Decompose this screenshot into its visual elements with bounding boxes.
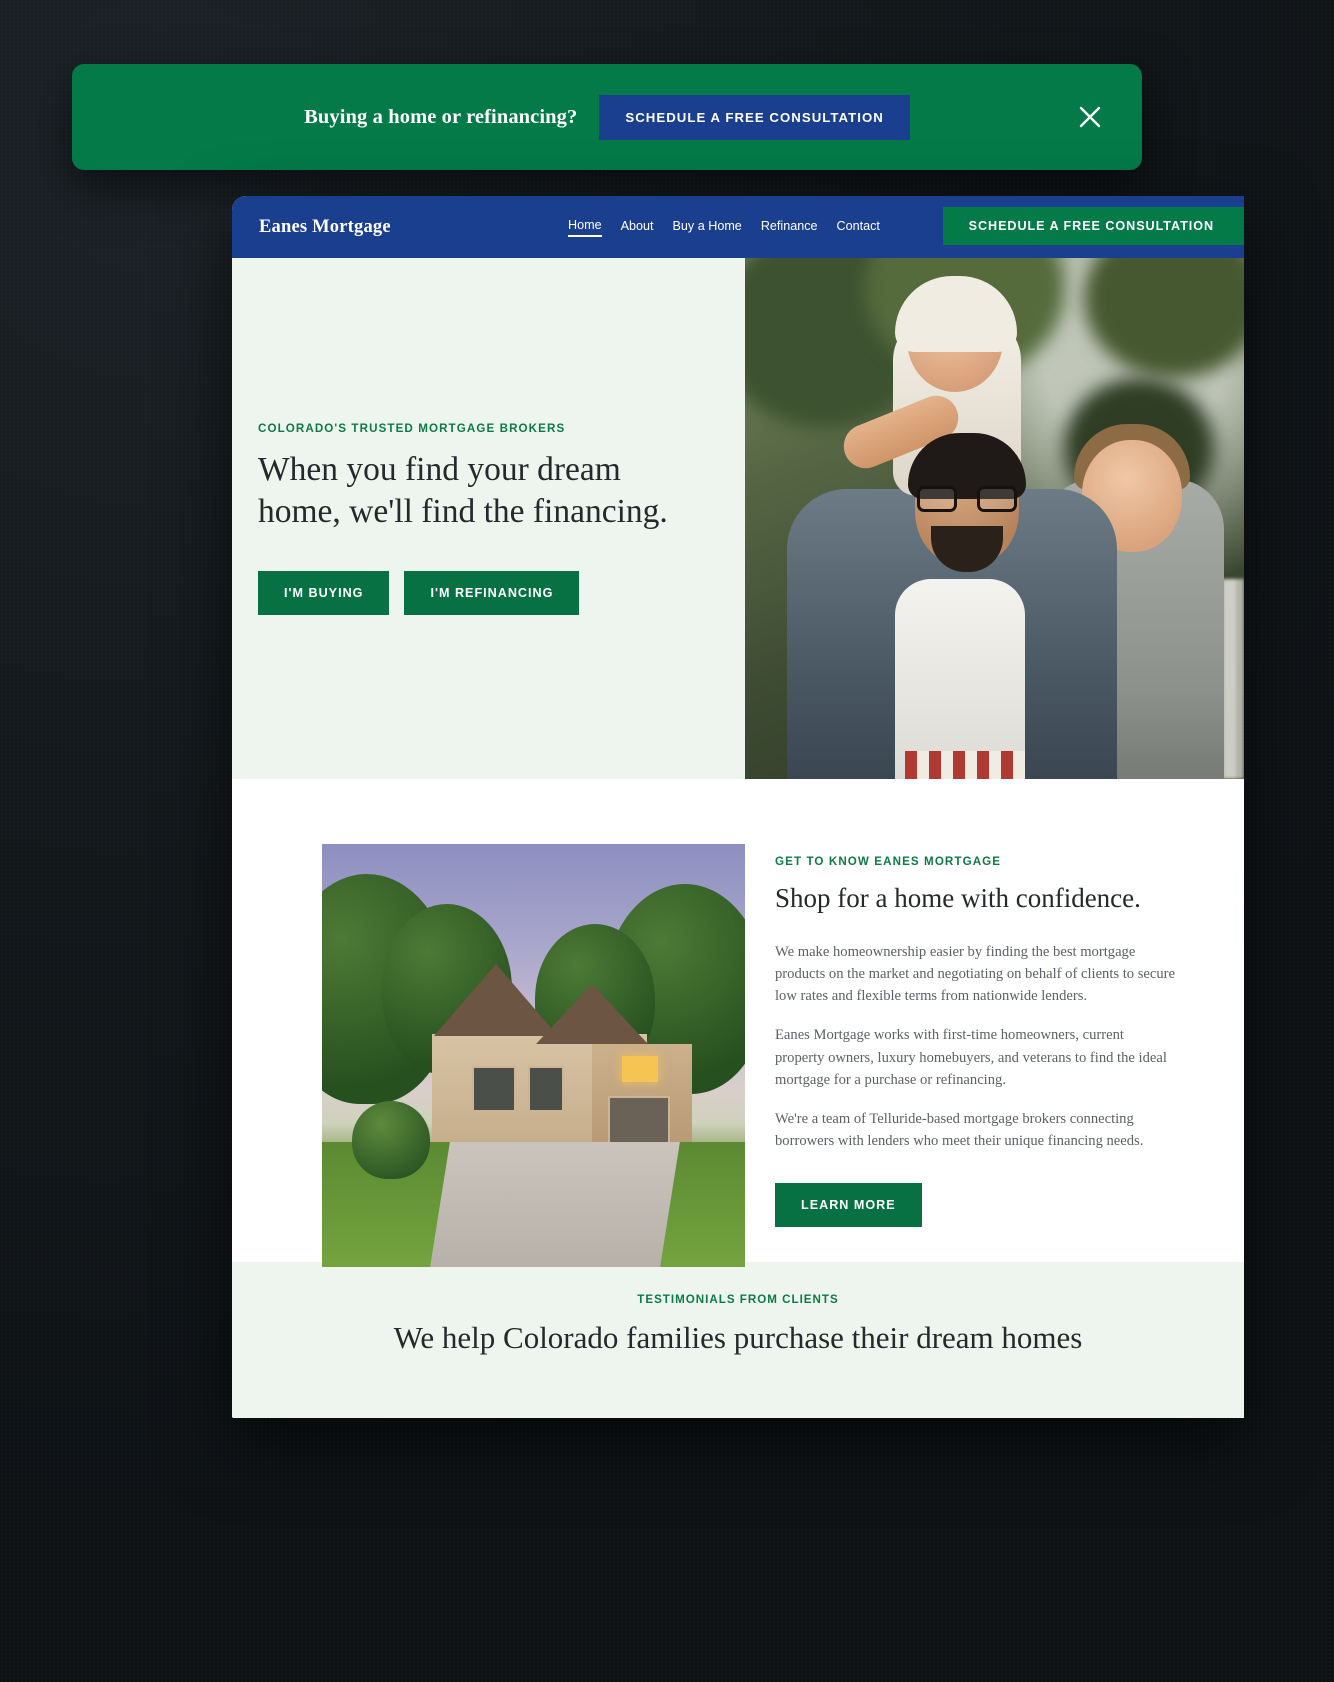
hero-title: When you find your dream home, we'll fin… bbox=[258, 450, 668, 530]
nav-link-buy-a-home[interactable]: Buy a Home bbox=[673, 219, 742, 236]
hero-cta-group: I'M BUYING I'M REFINANCING bbox=[258, 571, 745, 616]
nav-link-contact[interactable]: Contact bbox=[837, 219, 880, 236]
testimonials-eyebrow: TESTIMONIALS FROM CLIENTS bbox=[637, 1293, 839, 1306]
about-paragraph-2: Eanes Mortgage works with first-time hom… bbox=[775, 1027, 1167, 1088]
announcement-banner: Buying a home or refinancing? SCHEDULE A… bbox=[72, 64, 1142, 170]
site-navigation-bar: Eanes Mortgage Home About Buy a Home Ref… bbox=[232, 196, 1244, 258]
hero-eyebrow: COLORADO'S TRUSTED MORTGAGE BROKERS bbox=[258, 421, 566, 435]
im-buying-button[interactable]: I'M BUYING bbox=[258, 571, 390, 616]
about-home-photo bbox=[322, 844, 745, 1267]
about-paragraph-1: We make homeownership easier by finding … bbox=[775, 943, 1175, 1005]
testimonials-section: TESTIMONIALS FROM CLIENTS We help Colora… bbox=[232, 1262, 1244, 1418]
testimonials-title: We help Colorado families purchase their… bbox=[393, 1320, 1083, 1355]
nav-link-refinance[interactable]: Refinance bbox=[761, 219, 818, 236]
banner-schedule-consultation-button[interactable]: SCHEDULE A FREE CONSULTATION bbox=[599, 94, 910, 140]
nav-link-home[interactable]: Home bbox=[568, 218, 602, 237]
about-title: Shop for a home with confidence. bbox=[775, 883, 1141, 913]
banner-close-button[interactable] bbox=[1068, 95, 1112, 139]
hero-copy: COLORADO'S TRUSTED MORTGAGE BROKERS When… bbox=[232, 258, 745, 779]
about-copy: GET TO KNOW EANES MORTGAGE Shop for a ho… bbox=[775, 844, 1175, 1262]
about-eyebrow: GET TO KNOW EANES MORTGAGE bbox=[775, 855, 1002, 868]
site-logo[interactable]: Eanes Mortgage bbox=[259, 217, 391, 238]
nav-schedule-consultation-button[interactable]: SCHEDULE A FREE CONSULTATION bbox=[942, 207, 1244, 245]
nav-links: Home About Buy a Home Refinance Contact bbox=[568, 196, 880, 258]
banner-content: Buying a home or refinancing? SCHEDULE A… bbox=[304, 94, 910, 140]
hero-section: COLORADO'S TRUSTED MORTGAGE BROKERS When… bbox=[232, 258, 1244, 779]
nav-link-about[interactable]: About bbox=[621, 219, 654, 236]
hero-family-photo bbox=[745, 258, 1244, 779]
close-icon bbox=[1077, 104, 1103, 130]
screenshot-stage: Buying a home or refinancing? SCHEDULE A… bbox=[0, 0, 1334, 1682]
im-refinancing-button[interactable]: I'M REFINANCING bbox=[404, 571, 580, 616]
about-paragraph-3: We're a team of Telluride-based mortgage… bbox=[775, 1110, 1144, 1150]
learn-more-button[interactable]: LEARN MORE bbox=[775, 1183, 922, 1228]
website-preview: Eanes Mortgage Home About Buy a Home Ref… bbox=[232, 196, 1244, 1418]
about-section: GET TO KNOW EANES MORTGAGE Shop for a ho… bbox=[232, 779, 1244, 1267]
banner-message: Buying a home or refinancing? bbox=[304, 105, 578, 128]
